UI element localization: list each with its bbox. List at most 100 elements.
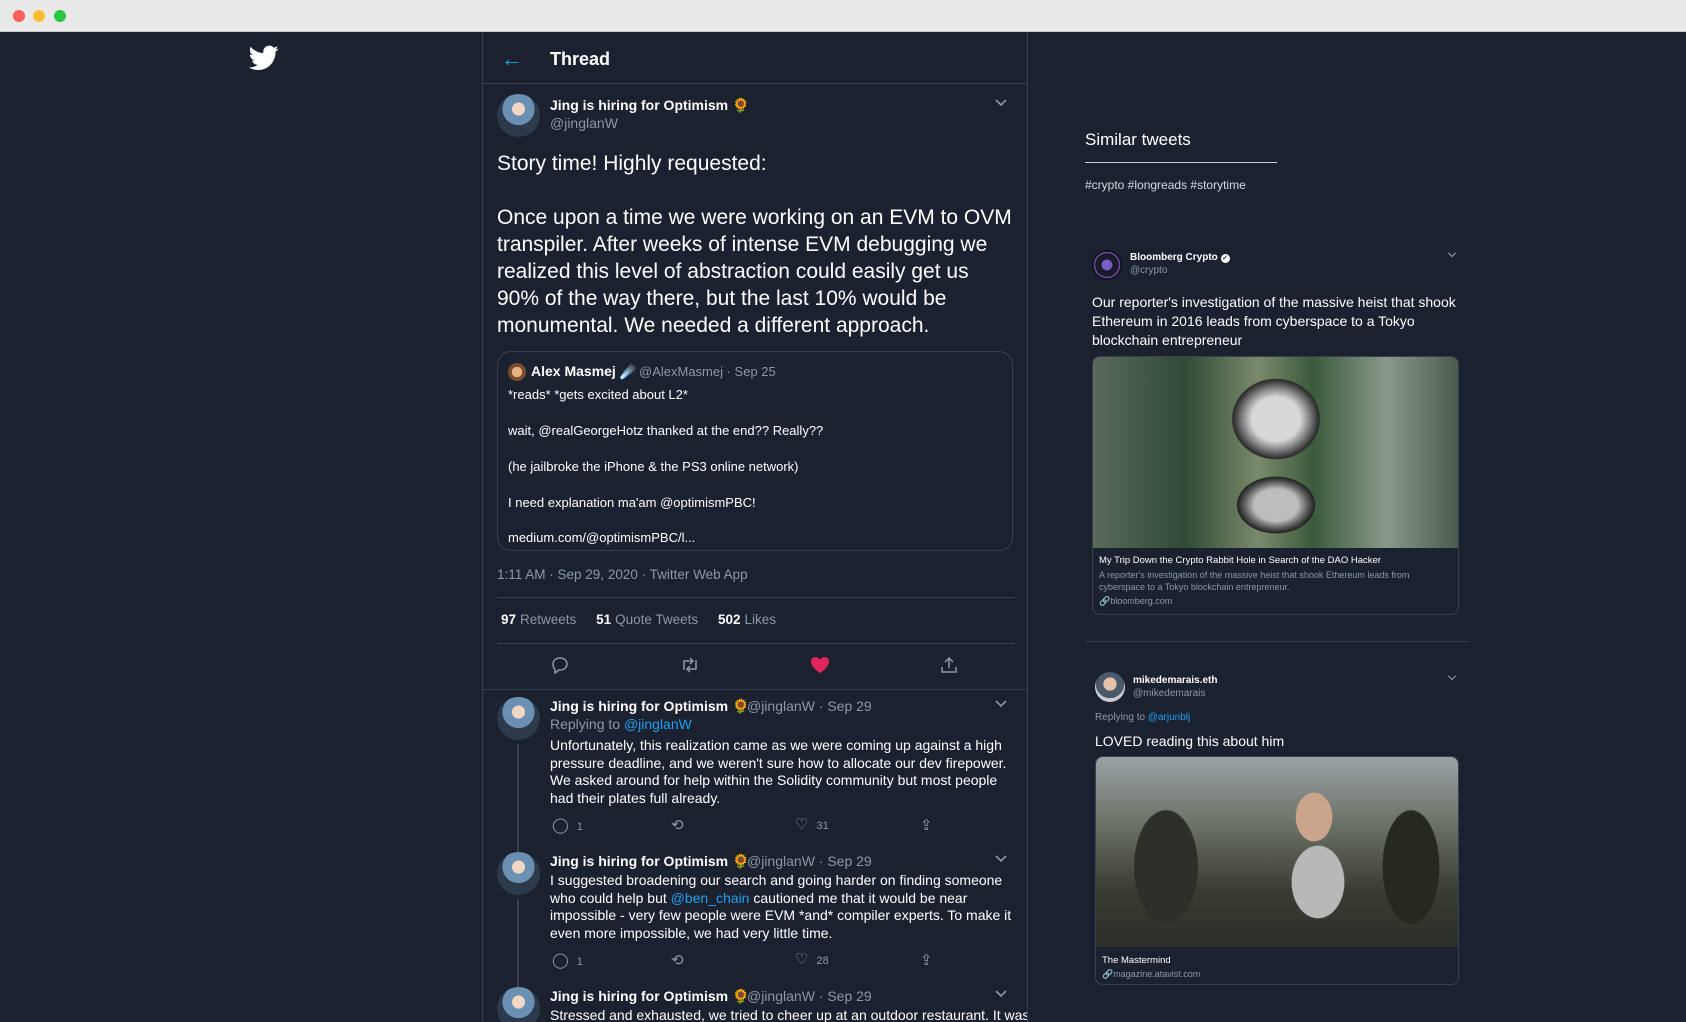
quote-line: I need explanation ma'am @optimismPBC! [508, 495, 756, 510]
heart-icon: ♡ [795, 951, 809, 968]
replying-to-label: Replying to [550, 716, 621, 732]
quotes-label: Quote Tweets [615, 612, 699, 627]
hashtags[interactable]: #crypto #longreads #storytime [1085, 178, 1246, 192]
reply-author-name[interactable]: Jing is hiring for Optimism 🌻 [550, 988, 749, 1005]
replying-to: Replying to @jinglanW [550, 716, 692, 732]
thread-column: ← Thread Jing is hiring for Optimism 🌻 @… [482, 32, 1028, 1022]
likes-label: Likes [744, 612, 776, 627]
mention-link[interactable]: @ben_chain [671, 890, 750, 906]
chevron-down-icon[interactable] [995, 99, 1007, 107]
quoted-tweet[interactable]: Alex Masmej ☄️ @AlexMasmej · Sep 25 *rea… [497, 351, 1013, 551]
share-icon[interactable]: ⇪ [920, 816, 933, 834]
retweet-icon[interactable]: ⟲ [671, 951, 684, 969]
coin-image [1093, 357, 1458, 548]
twitter-bird-icon[interactable] [249, 45, 279, 71]
avatar[interactable] [1092, 250, 1122, 280]
reply-author-name[interactable]: Jing is hiring for Optimism 🌻 [550, 698, 749, 715]
card-author-handle[interactable]: @mikedemarais [1133, 688, 1205, 699]
similar-tweet-card[interactable]: mikedemarais.eth @mikedemarais Replying … [1085, 670, 1468, 986]
page-title: Thread [550, 49, 611, 69]
link-domain-text: magazine.atavist.com [1113, 969, 1201, 979]
card-text: Our reporter's investigation of the mass… [1092, 294, 1456, 348]
quote-avatar [508, 363, 526, 381]
sunflower-emoji: 🌻 [732, 97, 750, 113]
avatar[interactable] [1095, 672, 1125, 702]
avatar[interactable] [497, 987, 540, 1022]
card-author-name-text: Bloomberg Crypto [1130, 252, 1218, 263]
heart-icon-liked[interactable] [810, 656, 830, 674]
share-icon[interactable]: ⇪ [920, 951, 933, 969]
similar-tweet-card[interactable]: Bloomberg Crypto ✓ @crypto Our reporter'… [1085, 248, 1468, 616]
link-preview[interactable]: My Trip Down the Crypto Rabbit Hole in S… [1092, 356, 1459, 615]
reply-text: Unfortunately, this realization came as … [550, 737, 1007, 806]
likes-count: 502 [717, 612, 741, 627]
window-titlebar [0, 0, 1686, 32]
likes-stat[interactable]: 502 Likes [718, 612, 776, 627]
chevron-down-icon[interactable] [995, 990, 1007, 998]
title-underline [1085, 162, 1277, 163]
tweet-paragraph: Story time! Highly requested: [497, 152, 767, 175]
reply-meta[interactable]: @jinglanW · Sep 29 [747, 988, 872, 1004]
thread-header: ← Thread [483, 32, 1027, 84]
arrow-left-icon[interactable]: ← [501, 46, 523, 72]
reply-text: Stressed and exhausted, we tried to chee… [550, 1007, 1028, 1022]
minimize-window-button[interactable] [33, 10, 45, 22]
reply-icon[interactable] [551, 656, 569, 674]
link-title: My Trip Down the Crypto Rabbit Hole in S… [1099, 555, 1381, 566]
replying-to-link[interactable]: @arjunblj [1148, 712, 1190, 723]
retweet-icon[interactable]: ⟲ [671, 816, 684, 834]
close-window-button[interactable] [13, 10, 25, 22]
replying-to-link[interactable]: @jinglanW [624, 716, 692, 732]
quote-link[interactable]: medium.com/@optimismPBC/l... [508, 530, 695, 545]
reply-meta[interactable]: @jinglanW · Sep 29 [747, 853, 872, 869]
divider [497, 597, 1015, 598]
chevron-down-icon[interactable] [1447, 252, 1457, 258]
link-domain: 🔗magazine.atavist.com [1102, 969, 1200, 980]
chevron-down-icon[interactable] [995, 700, 1007, 708]
link-title: The Mastermind [1102, 955, 1171, 966]
maximize-window-button[interactable] [54, 10, 66, 22]
author-handle[interactable]: @jinglanW [550, 115, 618, 131]
reply-author-name-text: Jing is hiring for Optimism [550, 698, 729, 714]
avatar[interactable] [497, 94, 540, 137]
author-name-text: Jing is hiring for Optimism [550, 97, 729, 113]
reply-text: I suggested broadening our search and go… [550, 872, 1012, 942]
card-text: LOVED reading this about him [1095, 733, 1285, 749]
arrest-photo [1096, 757, 1458, 947]
quote-line: *reads* *gets excited about L2* [508, 387, 688, 402]
like-action[interactable]: ♡ 31 [795, 815, 829, 833]
share-icon[interactable] [940, 656, 958, 674]
divider [1085, 641, 1468, 642]
card-author-name[interactable]: mikedemarais.eth [1133, 675, 1218, 686]
avatar[interactable] [497, 852, 540, 895]
quote-tweets-stat[interactable]: 51 Quote Tweets [596, 612, 698, 627]
like-count: 28 [816, 955, 829, 967]
tweet-timestamp[interactable]: 1:11 AM · Sep 29, 2020 · Twitter Web App [497, 567, 748, 582]
quote-author-name-text: Alex Masmej [531, 363, 616, 379]
reply-count: 1 [576, 956, 583, 968]
quote-line: wait, @realGeorgeHotz thanked at the end… [508, 423, 824, 438]
divider [483, 689, 1027, 690]
card-author-handle[interactable]: @crypto [1130, 265, 1167, 276]
chevron-down-icon[interactable] [995, 855, 1007, 863]
link-icon: 🔗 [1102, 969, 1114, 979]
reply-action[interactable]: ◯ 1 [552, 816, 583, 834]
retweet-icon[interactable] [680, 656, 700, 674]
card-author-name[interactable]: Bloomberg Crypto ✓ [1130, 252, 1230, 263]
reply-meta[interactable]: @jinglanW · Sep 29 [747, 698, 872, 714]
retweets-stat[interactable]: 97 Retweets [501, 612, 576, 627]
reply-icon: ◯ [552, 952, 569, 969]
replying-to-label: Replying to [1095, 712, 1146, 723]
like-action[interactable]: ♡ 28 [795, 950, 829, 968]
avatar[interactable] [497, 697, 540, 740]
tweet-text: Story time! Highly requested: Once upon … [497, 150, 1015, 366]
link-preview[interactable]: The Mastermind 🔗magazine.atavist.com [1095, 756, 1459, 985]
quotes-count: 51 [596, 612, 612, 627]
author-name[interactable]: Jing is hiring for Optimism 🌻 [550, 97, 749, 114]
tweet-paragraph: Once upon a time we were working on an E… [497, 206, 1012, 337]
reply-action[interactable]: ◯ 1 [552, 951, 583, 969]
link-domain: 🔗bloomberg.com [1099, 596, 1172, 607]
chevron-down-icon[interactable] [1447, 675, 1457, 681]
quote-line: (he jailbroke the iPhone & the PS3 onlin… [508, 459, 799, 474]
reply-author-name[interactable]: Jing is hiring for Optimism 🌻 [550, 853, 749, 870]
